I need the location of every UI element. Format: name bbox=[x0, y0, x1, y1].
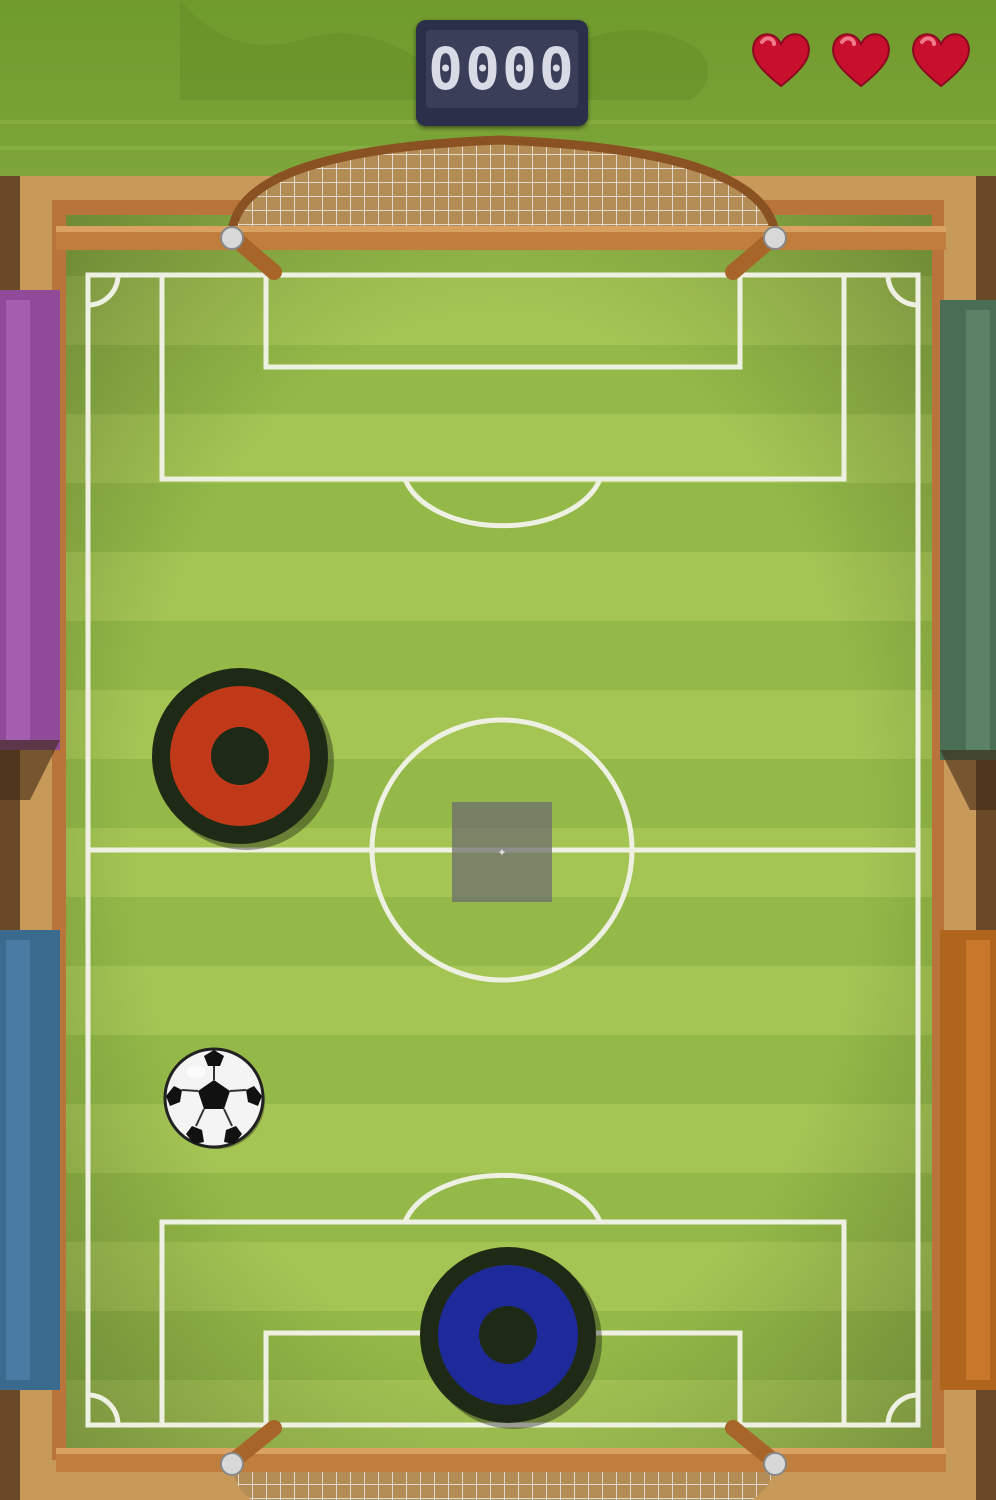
crosshair-icon: ✦ bbox=[497, 844, 507, 860]
center-spot: ✦ bbox=[452, 802, 552, 902]
soccer-ball bbox=[163, 1047, 265, 1149]
score-display: 0000 bbox=[416, 20, 588, 126]
game-stage[interactable]: 0000 ✦ bbox=[0, 0, 996, 1500]
heart-icon bbox=[832, 33, 890, 88]
opponent-mallet bbox=[152, 668, 334, 850]
score-screen: 0000 bbox=[426, 30, 578, 108]
lives-indicator bbox=[748, 26, 980, 96]
score-value: 0000 bbox=[428, 35, 576, 103]
player-mallet[interactable] bbox=[418, 1245, 604, 1431]
heart-icon bbox=[912, 33, 970, 88]
heart-icon bbox=[752, 33, 810, 88]
